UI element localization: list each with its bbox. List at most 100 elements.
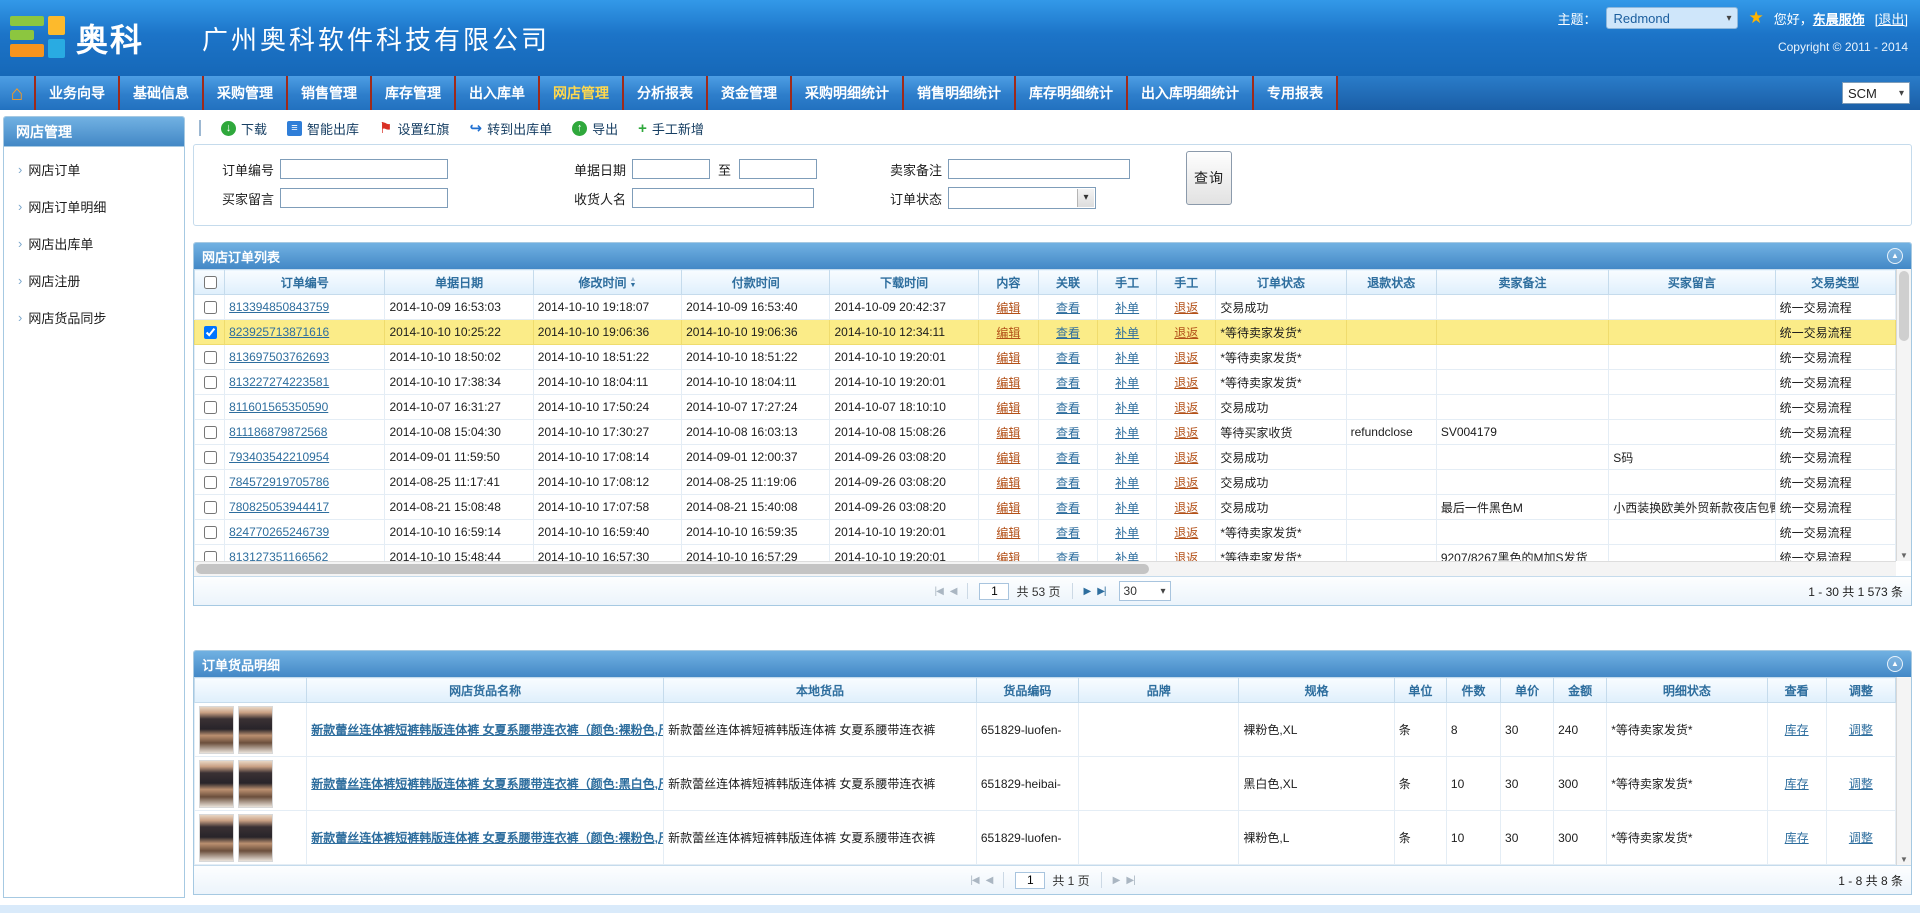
return-link[interactable]: 退返	[1174, 376, 1198, 390]
order-row[interactable]: 7845729197057862014-08-25 11:17:412014-1…	[195, 470, 1896, 495]
scroll-down-icon[interactable]: ▼	[1897, 855, 1911, 864]
order-no-link[interactable]: 784572919705786	[229, 475, 329, 489]
sidebar-item-1[interactable]: ›网店订单	[4, 151, 184, 188]
view-link[interactable]: 查看	[1056, 476, 1080, 490]
supplement-link[interactable]: 补单	[1115, 426, 1139, 440]
view-link[interactable]: 查看	[1056, 426, 1080, 440]
detail-row[interactable]: 新款蕾丝连体裤短裤韩版连体裤 女夏系腰带连衣裤（颜色:黑白色,尺码:新款蕾丝连体…	[195, 757, 1896, 811]
order-no-input[interactable]	[280, 159, 448, 179]
supplement-link[interactable]: 补单	[1115, 301, 1139, 315]
sidebar-item-5[interactable]: ›网店货品同步	[4, 299, 184, 336]
order-row[interactable]: 8239257138716162014-10-10 10:25:222014-1…	[195, 320, 1896, 345]
supplement-link[interactable]: 补单	[1115, 501, 1139, 515]
view-link[interactable]: 查看	[1056, 501, 1080, 515]
order-no-link[interactable]: 823925713871616	[229, 325, 329, 339]
nav-tab-13[interactable]: 出入库明细统计	[1128, 76, 1254, 110]
order-row[interactable]: 8111868798725682014-10-08 15:04:302014-1…	[195, 420, 1896, 445]
page-number-input[interactable]	[979, 583, 1009, 600]
nav-tab-9[interactable]: 资金管理	[708, 76, 792, 110]
supplement-link[interactable]: 补单	[1115, 451, 1139, 465]
order-no-link[interactable]: 824770265246739	[229, 525, 329, 539]
order-row[interactable]: 8247702652467392014-10-10 16:59:142014-1…	[195, 520, 1896, 545]
nav-tab-2[interactable]: 基础信息	[120, 76, 204, 110]
order-no-link[interactable]: 813394850843759	[229, 300, 329, 314]
detail-row[interactable]: 新款蕾丝连体裤短裤韩版连体裤 女夏系腰带连衣裤（颜色:裸粉色,尺码:新款蕾丝连体…	[195, 811, 1896, 865]
collapse-icon[interactable]: ▲	[1887, 248, 1903, 264]
product-name-link[interactable]: 新款蕾丝连体裤短裤韩版连体裤 女夏系腰带连衣裤（颜色:黑白色,尺码:	[311, 777, 663, 791]
return-link[interactable]: 退返	[1174, 401, 1198, 415]
next-page-button[interactable]: ▶	[1084, 586, 1091, 597]
supplement-link[interactable]: 补单	[1115, 476, 1139, 490]
last-page-button[interactable]: ▶|	[1097, 586, 1105, 597]
stock-link[interactable]: 库存	[1785, 723, 1809, 737]
order-row[interactable]: 7808250539444172014-08-21 15:08:482014-1…	[195, 495, 1896, 520]
vertical-scrollbar[interactable]: ▼	[1896, 269, 1911, 561]
order-no-link[interactable]: 813127351166562	[229, 550, 328, 561]
return-link[interactable]: 退返	[1174, 476, 1198, 490]
order-status-select[interactable]: ▾	[948, 187, 1096, 209]
return-link[interactable]: 退返	[1174, 501, 1198, 515]
query-button[interactable]: 查询	[1186, 151, 1232, 205]
sidebar-item-2[interactable]: ›网店订单明细	[4, 188, 184, 225]
edit-link[interactable]: 编辑	[996, 476, 1020, 490]
toolbar-red-flag-button[interactable]: ⚑设置红旗	[379, 119, 449, 138]
return-link[interactable]: 退返	[1174, 326, 1198, 340]
product-name-link[interactable]: 新款蕾丝连体裤短裤韩版连体裤 女夏系腰带连衣裤（颜色:裸粉色,尺码:	[311, 723, 663, 737]
product-name-link[interactable]: 新款蕾丝连体裤短裤韩版连体裤 女夏系腰带连衣裤（颜色:裸粉色,尺码:	[311, 831, 663, 845]
supplement-link[interactable]: 补单	[1115, 351, 1139, 365]
order-row[interactable]: 8136975037626932014-10-10 18:50:022014-1…	[195, 345, 1896, 370]
edit-link[interactable]: 编辑	[996, 451, 1020, 465]
order-no-link[interactable]: 780825053944417	[229, 500, 329, 514]
order-no-link[interactable]: 793403542210954	[229, 450, 329, 464]
order-no-link[interactable]: 813697503762693	[229, 350, 329, 364]
last-page-button[interactable]: ▶|	[1126, 875, 1134, 886]
stock-link[interactable]: 库存	[1785, 777, 1809, 791]
nav-tab-1[interactable]: 业务向导	[36, 76, 120, 110]
edit-link[interactable]: 编辑	[996, 351, 1020, 365]
view-link[interactable]: 查看	[1056, 376, 1080, 390]
scroll-down-icon[interactable]: ▼	[1897, 551, 1911, 560]
nav-tab-7[interactable]: 网店管理	[540, 76, 624, 110]
return-link[interactable]: 退返	[1174, 351, 1198, 365]
return-link[interactable]: 退返	[1174, 301, 1198, 315]
adjust-link[interactable]: 调整	[1849, 777, 1873, 791]
nav-tab-3[interactable]: 采购管理	[204, 76, 288, 110]
view-link[interactable]: 查看	[1056, 451, 1080, 465]
edit-link[interactable]: 编辑	[996, 526, 1020, 540]
buyer-message-input[interactable]	[280, 188, 448, 208]
supplement-link[interactable]: 补单	[1115, 526, 1139, 540]
seller-note-input[interactable]	[948, 159, 1130, 179]
edit-link[interactable]: 编辑	[996, 501, 1020, 515]
return-link[interactable]: 退返	[1174, 426, 1198, 440]
page-size-select[interactable]: 30 ▾	[1119, 581, 1171, 601]
row-checkbox[interactable]	[204, 501, 217, 514]
doc-date-from-input[interactable]	[632, 159, 710, 179]
order-row[interactable]: 8133948508437592014-10-09 16:53:032014-1…	[195, 295, 1896, 320]
scm-select[interactable]: SCM ▾	[1842, 82, 1910, 104]
page-number-input[interactable]	[1015, 872, 1045, 889]
scrollbar-thumb[interactable]	[1899, 271, 1909, 341]
view-link[interactable]: 查看	[1056, 351, 1080, 365]
home-button[interactable]: ⌂	[0, 76, 36, 110]
row-checkbox[interactable]	[204, 551, 217, 562]
nav-tab-12[interactable]: 库存明细统计	[1016, 76, 1128, 110]
view-link[interactable]: 查看	[1056, 301, 1080, 315]
sidebar-item-3[interactable]: ›网店出库单	[4, 225, 184, 262]
doc-date-to-input[interactable]	[739, 159, 817, 179]
order-no-link[interactable]: 811186879872568	[229, 425, 327, 439]
edit-link[interactable]: 编辑	[996, 426, 1020, 440]
toolbar-download-button[interactable]: ↓下载	[221, 119, 267, 138]
favorite-star-icon[interactable]: ★	[1748, 8, 1763, 28]
nav-tab-6[interactable]: 出入库单	[456, 76, 540, 110]
order-row[interactable]: 8116015653505902014-10-07 16:31:272014-1…	[195, 395, 1896, 420]
row-checkbox[interactable]	[204, 326, 217, 339]
toolbar-goto-outbound-button[interactable]: ↪转到出库单	[470, 119, 553, 138]
first-page-button[interactable]: |◀	[970, 875, 978, 886]
view-link[interactable]: 查看	[1056, 526, 1080, 540]
view-link[interactable]: 查看	[1056, 551, 1080, 562]
return-link[interactable]: 退返	[1174, 451, 1198, 465]
prev-page-button[interactable]: ◀	[950, 586, 957, 597]
supplement-link[interactable]: 补单	[1115, 376, 1139, 390]
return-link[interactable]: 退返	[1174, 551, 1198, 562]
nav-tab-4[interactable]: 销售管理	[288, 76, 372, 110]
